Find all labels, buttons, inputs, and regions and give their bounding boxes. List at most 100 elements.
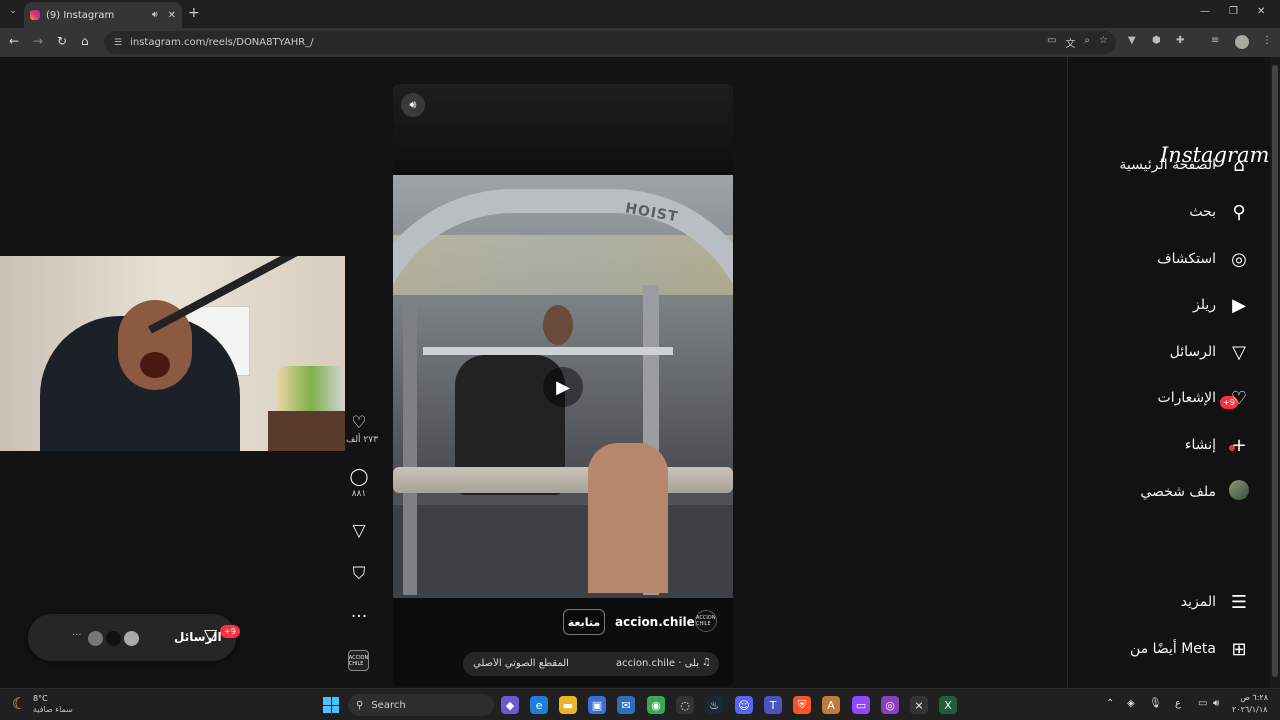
tray-app-icon[interactable]: ◈ (1127, 698, 1135, 709)
forward-icon[interactable]: → (33, 34, 43, 48)
webcam-overlay (0, 256, 345, 451)
sidebar-item-search[interactable]: بحث ⚲ (1090, 197, 1250, 227)
scrollbar-thumb[interactable] (1272, 65, 1278, 677)
reload-icon[interactable]: ↻ (57, 34, 67, 48)
sidebar-item-more[interactable]: المزيد ☰ (1090, 587, 1250, 617)
browser-profile-avatar[interactable] (1235, 35, 1249, 49)
tray-overflow-icon[interactable]: ⌃ (1106, 698, 1114, 709)
instagram-app-icon[interactable]: ◎ (881, 696, 899, 714)
network-icon[interactable]: ▭ (1198, 698, 1207, 709)
back-icon[interactable]: ← (9, 34, 19, 48)
avatar (1228, 479, 1250, 505)
mail-icon[interactable]: ✉ (617, 696, 635, 714)
sidebar-item-home[interactable]: الصفحة الرئيسية ⌂ (1090, 150, 1250, 180)
audio-pill[interactable]: ♫ accion.chile · بلى المقطع الصوتي الأصل… (463, 652, 719, 676)
messages-pill-label: الرسائل (174, 630, 222, 644)
reel-card: 🔊︎ HOIST ▶ ACCION CHILE accion.chile متا… (393, 84, 733, 686)
home-icon[interactable]: ⌂ (81, 34, 89, 48)
like-button[interactable]: ♡ ٢٧٣ ألف (346, 413, 378, 445)
account-avatar[interactable]: ACCION CHILE (695, 610, 717, 632)
avatar (122, 629, 141, 648)
tab-list-icon[interactable]: ⌄ (6, 6, 20, 20)
media-icon[interactable]: ≡ (1211, 35, 1219, 46)
speaker-icon: 🔊︎ (409, 98, 417, 111)
app-icon[interactable]: A (822, 696, 840, 714)
discord-icon[interactable]: ☺ (735, 696, 753, 714)
reel-audio-thumbnail[interactable]: ACCION CHILE (348, 650, 369, 671)
copilot-icon[interactable]: ◆ (501, 696, 519, 714)
search-icon: ⚲ (1232, 201, 1246, 223)
excel-icon[interactable]: X (939, 696, 957, 714)
unmute-button[interactable]: 🔊︎ (401, 93, 425, 117)
store-icon[interactable]: ▣ (588, 696, 606, 714)
reel-video[interactable]: HOIST ▶ (393, 175, 733, 598)
bookmark-star-icon[interactable]: ☆ (1099, 35, 1108, 50)
toy-figures (278, 366, 344, 416)
home-icon: ⌂ (1233, 154, 1245, 176)
capcut-icon[interactable]: ⨯ (910, 696, 928, 714)
audio-label: المقطع الصوتي الأصلي (473, 658, 569, 669)
twitch-icon[interactable]: ▭ (852, 696, 870, 714)
sidebar-item-explore[interactable]: استكشاف ◎ (1090, 244, 1250, 274)
zoom-icon[interactable]: ⌕ (1084, 35, 1090, 50)
puzzle-icon[interactable]: ✚ (1176, 35, 1184, 46)
taskbar-search[interactable]: ⚲ Search (348, 694, 494, 716)
shield-icon[interactable]: ⬢ (1152, 35, 1161, 46)
site-info-icon[interactable]: ☰ (114, 38, 122, 48)
messages-pill[interactable]: ▽ +9 الرسائل ··· (28, 614, 240, 661)
steam-icon[interactable]: ♨ (705, 696, 723, 714)
maximize-icon[interactable]: ❐ (1229, 6, 1238, 17)
sidebar-item-meta[interactable]: أيضًا من Meta ⊞ (1090, 634, 1250, 664)
window-close-icon[interactable]: ✕ (1257, 6, 1265, 17)
search-icon: ⚲ (356, 699, 364, 711)
save-button[interactable]: ⛉ (346, 564, 372, 584)
minimize-icon[interactable]: — (1200, 6, 1210, 17)
volume-icon[interactable]: 🔊︎ (1213, 698, 1219, 709)
moon-icon[interactable]: ☾ (12, 694, 26, 713)
sidebar-item-profile[interactable]: ملف شخصي (1090, 477, 1250, 507)
language-indicator[interactable]: ع (1175, 698, 1181, 709)
comment-button[interactable]: ◯ ٨٨١ (346, 467, 372, 499)
microphone-icon[interactable]: 🎙︎ (1149, 698, 1162, 709)
heart-icon: ♡ (1230, 387, 1248, 409)
sidebar-divider (1067, 57, 1068, 688)
translate-icon[interactable]: 文 (1065, 35, 1075, 50)
comment-count: ٨٨١ (351, 489, 367, 499)
file-explorer-icon[interactable]: ▬ (559, 696, 577, 714)
sidebar-item-notifications[interactable]: الإشعارات ♡ (1090, 383, 1250, 413)
more-icon: ··· (350, 607, 368, 627)
extension-icon[interactable]: ▼ (1128, 35, 1136, 46)
browser-tab[interactable]: (9) Instagram 🔊︎ ✕ (24, 2, 182, 28)
more-options-button[interactable]: ··· (346, 607, 372, 627)
obs-icon[interactable]: ◌ (676, 696, 694, 714)
avatar (104, 629, 123, 648)
tab-title: (9) Instagram (46, 9, 115, 21)
chrome-icon[interactable]: ◉ (647, 696, 665, 714)
sidebar-item-reels[interactable]: ريلز ▶ (1090, 290, 1250, 320)
edge-icon[interactable]: e (530, 696, 548, 714)
account-name[interactable]: accion.chile (615, 615, 695, 629)
address-bar[interactable]: ☰ instagram.com/reels/DONA8TYAHR_/ ▭ 文 ⌕… (104, 31, 1116, 54)
weather-condition: سماء صافية (33, 705, 73, 714)
clock-date[interactable]: ٢٠٢٦/١/١٨ (1232, 705, 1267, 714)
sidebar-item-messages[interactable]: الرسائل ▽ (1090, 337, 1250, 367)
clock-time[interactable]: ٦:٢٨ ص (1236, 693, 1268, 702)
close-icon[interactable]: ✕ (168, 10, 176, 21)
start-button[interactable] (323, 697, 339, 713)
cast-icon[interactable]: ▭ (1047, 35, 1056, 50)
play-button[interactable]: ▶ (543, 367, 583, 407)
avatar (86, 629, 105, 648)
follow-button[interactable]: متابعة (563, 609, 605, 635)
reel-top-area (393, 84, 733, 176)
teams-icon[interactable]: T (764, 696, 782, 714)
speaker-icon[interactable]: 🔊︎ (152, 10, 158, 20)
plus-icon: + (1231, 434, 1247, 456)
browser-menu-icon[interactable]: ⋮ (1262, 35, 1272, 46)
brave-icon[interactable]: ⛨ (793, 696, 811, 714)
new-tab-button[interactable]: + (188, 5, 200, 21)
sidebar-item-create[interactable]: إنشاء + (1090, 430, 1250, 460)
audio-account: accion.chile · بلى (615, 658, 699, 669)
share-button[interactable]: ▽ (346, 521, 372, 541)
reels-icon: ▶ (1232, 294, 1246, 316)
compass-icon: ◎ (1231, 248, 1247, 270)
